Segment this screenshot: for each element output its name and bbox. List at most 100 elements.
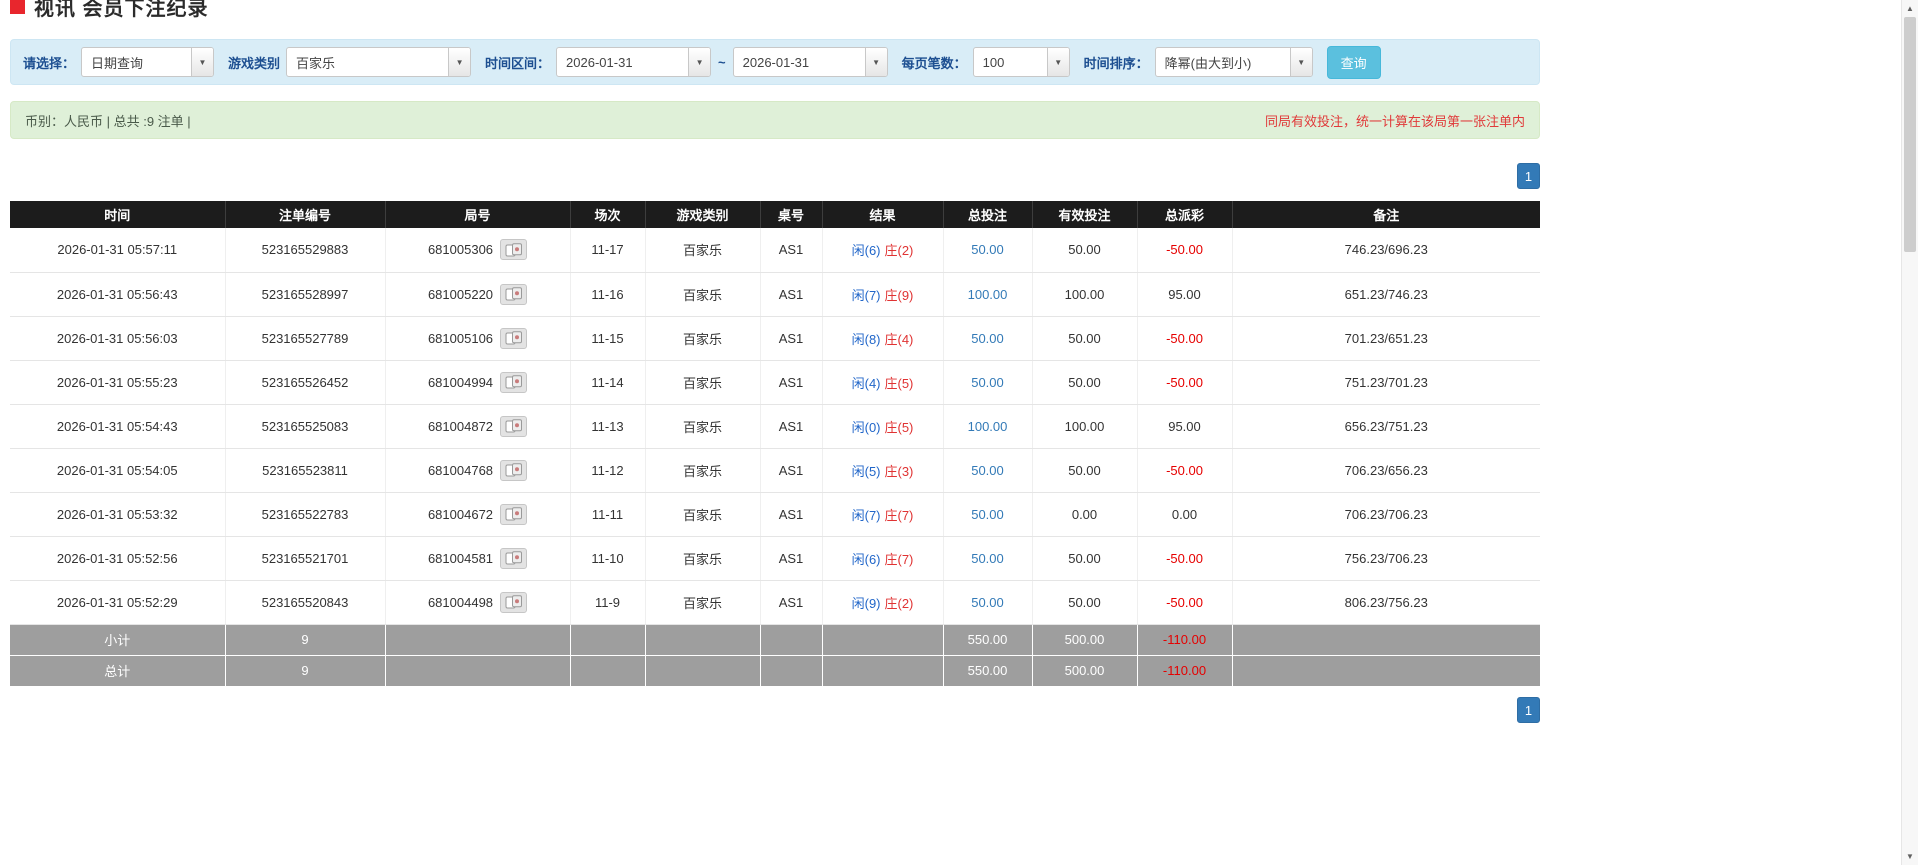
total-total-bet: 550.00 [943, 655, 1033, 686]
chevron-down-icon[interactable]: ▼ [448, 48, 471, 76]
total-bet-cell: 50.00 [943, 536, 1033, 581]
valid-bet-cell: 50.00 [1032, 360, 1138, 405]
empty-cell [760, 655, 823, 686]
total-bet-cell: 50.00 [943, 492, 1033, 537]
remark-cell: 656.23/751.23 [1232, 404, 1540, 449]
table-row: 2026-01-31 05:56:03 523165527789 6810051… [10, 316, 1540, 361]
vertical-scrollbar[interactable]: ▲ ▼ [1901, 0, 1918, 865]
total-bet-link[interactable]: 50.00 [971, 463, 1004, 478]
game-replay-button[interactable] [500, 459, 528, 481]
empty-cell [1232, 624, 1540, 656]
chevron-down-icon[interactable]: ▼ [864, 48, 887, 76]
result-banker: 庄(7) [884, 551, 914, 567]
total-payout: -110.00 [1137, 655, 1233, 686]
table-row: 2026-01-31 05:52:29 523165520843 6810044… [10, 580, 1540, 625]
time-cell: 2026-01-31 05:55:23 [10, 360, 226, 405]
total-bet-cell: 100.00 [943, 272, 1033, 317]
col-header-time: 时间 [10, 201, 226, 228]
mode-select[interactable]: 日期查询 ▼ [81, 47, 215, 77]
time-cell: 2026-01-31 05:57:11 [10, 228, 226, 273]
time-cell: 2026-01-31 05:54:43 [10, 404, 226, 449]
total-bet-link[interactable]: 50.00 [971, 507, 1004, 522]
game-replay-button[interactable] [500, 371, 528, 393]
game-replay-button[interactable] [500, 327, 528, 349]
total-bet-cell: 100.00 [943, 404, 1033, 449]
result-cell: 闲(8) 庄(4) [822, 316, 944, 361]
table-row: 2026-01-31 05:55:23 523165526452 6810049… [10, 360, 1540, 405]
table-no-cell: AS1 [760, 272, 823, 317]
scrollbar-thumb[interactable] [1904, 17, 1916, 252]
scroll-up-icon[interactable]: ▲ [1902, 0, 1918, 17]
result-player: 闲(6) [851, 243, 881, 259]
game-replay-button[interactable] [500, 503, 528, 525]
result-banker: 庄(2) [884, 243, 914, 259]
total-bet-link[interactable]: 50.00 [971, 331, 1004, 346]
game-type-label: 游戏类别 [228, 55, 281, 71]
game-type-cell: 百家乐 [645, 272, 761, 317]
total-bet-link[interactable]: 50.00 [971, 595, 1004, 610]
game-type-cell: 百家乐 [645, 228, 761, 273]
result-cell: 闲(5) 庄(3) [822, 448, 944, 493]
col-header-result: 结果 [822, 201, 944, 228]
total-bet-link[interactable]: 50.00 [971, 375, 1004, 390]
date-from-picker[interactable]: 2026-01-31 ▼ [556, 47, 712, 77]
empty-cell [385, 655, 571, 686]
game-replay-button[interactable] [500, 415, 528, 437]
page-1-button[interactable]: 1 [1517, 697, 1540, 723]
game-replay-button[interactable] [500, 239, 528, 261]
sort-select[interactable]: 降幂(由大到小) ▼ [1154, 47, 1313, 77]
page-size-select[interactable]: 100 ▼ [972, 47, 1070, 77]
sort-select-value: 降幂(由大到小) [1164, 55, 1252, 71]
bet-id-cell: 523165528997 [225, 272, 386, 317]
range-separator: ~ [718, 54, 726, 70]
session-cell: 11-9 [570, 580, 646, 625]
chevron-down-icon[interactable]: ▼ [688, 48, 711, 76]
date-to-picker[interactable]: 2026-01-31 ▼ [732, 47, 888, 77]
table-row: 2026-01-31 05:52:56 523165521701 6810045… [10, 536, 1540, 581]
time-cell: 2026-01-31 05:53:32 [10, 492, 226, 537]
remark-cell: 746.23/696.23 [1232, 228, 1540, 273]
page-size-label: 每页笔数： [901, 55, 967, 71]
game-type-select[interactable]: 百家乐 ▼ [286, 47, 472, 77]
time-range-label: 时间区间： [485, 55, 551, 71]
game-type-cell: 百家乐 [645, 448, 761, 493]
payout-cell: -50.00 [1137, 580, 1233, 625]
total-bet-link[interactable]: 100.00 [968, 419, 1008, 434]
mode-select-value: 日期查询 [91, 55, 144, 71]
time-cell: 2026-01-31 05:56:03 [10, 316, 226, 361]
chevron-down-icon[interactable]: ▼ [191, 48, 214, 76]
table-no-cell: AS1 [760, 580, 823, 625]
remark-cell: 756.23/706.23 [1232, 536, 1540, 581]
result-banker: 庄(7) [884, 507, 914, 523]
page-1-button[interactable]: 1 [1517, 163, 1540, 189]
col-header-remark: 备注 [1232, 201, 1540, 228]
game-replay-button[interactable] [500, 547, 528, 569]
total-bet-cell: 50.00 [943, 316, 1033, 361]
bet-id-cell: 523165522783 [225, 492, 386, 537]
valid-bet-cell: 50.00 [1032, 536, 1138, 581]
valid-bet-cell: 100.00 [1032, 404, 1138, 449]
remark-cell: 706.23/706.23 [1232, 492, 1540, 537]
session-cell: 11-16 [570, 272, 646, 317]
total-bet-link[interactable]: 50.00 [971, 551, 1004, 566]
query-button[interactable]: 查询 [1326, 45, 1381, 79]
game-type-cell: 百家乐 [645, 492, 761, 537]
page-header: 视讯 会员下注纪录 [10, 0, 1540, 27]
col-header-table-no: 桌号 [760, 201, 823, 228]
scroll-down-icon[interactable]: ▼ [1902, 848, 1918, 865]
total-bet-link[interactable]: 100.00 [968, 287, 1008, 302]
total-bet-link[interactable]: 50.00 [971, 242, 1004, 257]
remark-cell: 706.23/656.23 [1232, 448, 1540, 493]
pagination-top: 1 [10, 163, 1540, 189]
game-replay-button[interactable] [500, 591, 528, 613]
title-marker-icon [10, 0, 25, 14]
cards-icon [505, 331, 522, 345]
table-no-cell: AS1 [760, 536, 823, 581]
total-count: 9 [225, 655, 386, 686]
game-replay-button[interactable] [500, 283, 528, 305]
result-player: 闲(7) [851, 507, 881, 523]
chevron-down-icon[interactable]: ▼ [1289, 48, 1312, 76]
result-player: 闲(5) [851, 463, 881, 479]
chevron-down-icon[interactable]: ▼ [1046, 48, 1069, 76]
payout-cell: 95.00 [1137, 404, 1233, 449]
